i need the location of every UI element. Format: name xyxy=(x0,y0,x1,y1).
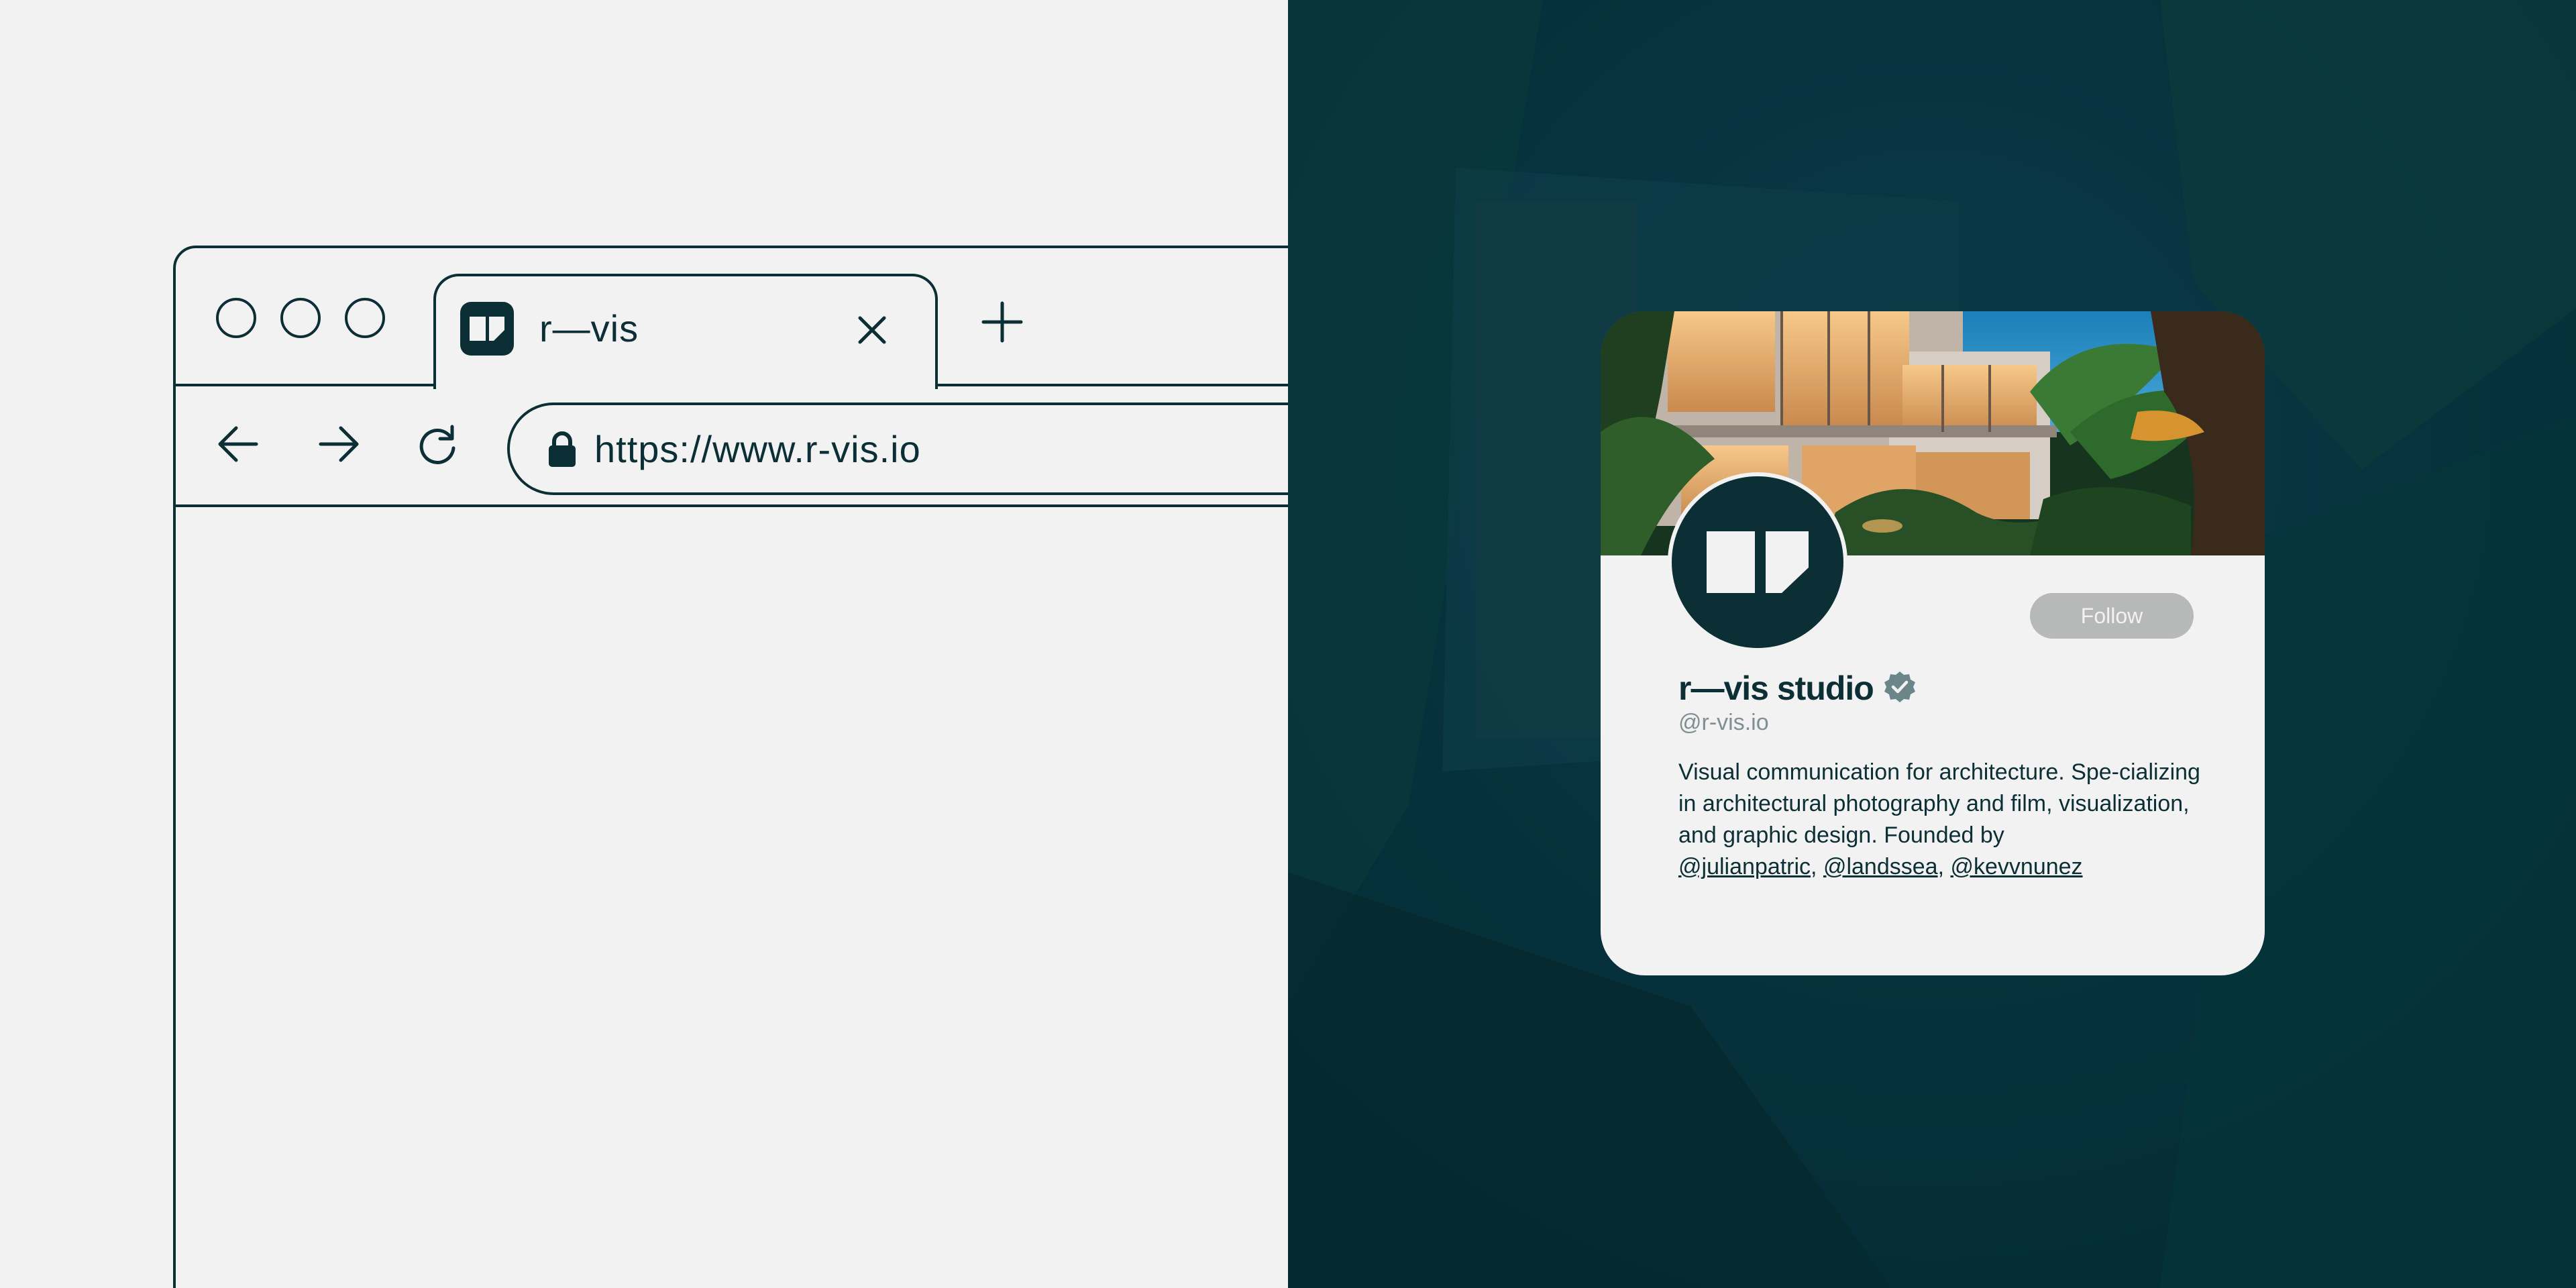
profile-name: r—vis studio xyxy=(1678,669,1874,707)
browser-window: r—vis https://www.r-vis.io xyxy=(173,246,1288,1288)
arrow-right-icon[interactable] xyxy=(318,423,361,469)
window-control-maximize[interactable] xyxy=(345,298,385,338)
plus-icon[interactable] xyxy=(981,301,1024,347)
follow-button[interactable]: Follow xyxy=(2030,593,2194,639)
mention-link[interactable]: @julianpatric xyxy=(1678,854,1811,879)
browser-panel: r—vis https://www.r-vis.io xyxy=(0,0,1288,1288)
verified-badge-icon xyxy=(1883,670,1917,707)
mention-link[interactable]: @landssea xyxy=(1823,854,1938,879)
reload-icon[interactable] xyxy=(416,423,459,469)
address-bar[interactable]: https://www.r-vis.io xyxy=(507,402,1288,495)
profile-name-row: r—vis studio xyxy=(1678,667,1917,710)
tab-bar: r—vis xyxy=(176,248,1288,389)
navigation-toolbar: https://www.r-vis.io xyxy=(176,386,1288,507)
bio-text: Visual communication for architecture. S… xyxy=(1678,759,2200,848)
mention-separator: , xyxy=(1811,854,1823,879)
lock-icon xyxy=(547,431,577,472)
r-vis-logo-icon xyxy=(460,302,514,356)
window-control-minimize[interactable] xyxy=(280,298,321,338)
window-control-close[interactable] xyxy=(216,298,256,338)
browser-tab[interactable]: r—vis xyxy=(433,274,938,389)
close-icon[interactable] xyxy=(852,310,892,354)
profile-handle[interactable]: @r-vis.io xyxy=(1678,710,1769,736)
profile-card: Follow r—vis studio @r-vis.io Visual com… xyxy=(1601,311,2265,975)
tab-title: r—vis xyxy=(539,307,639,350)
mention-link[interactable]: @kevvnunez xyxy=(1950,854,2082,879)
profile-panel: Follow r—vis studio @r-vis.io Visual com… xyxy=(1288,0,2576,1288)
profile-bio: Visual communication for architecture. S… xyxy=(1678,757,2208,883)
arrow-left-icon[interactable] xyxy=(216,423,259,469)
mention-separator: , xyxy=(1937,854,1951,879)
avatar[interactable] xyxy=(1668,472,1847,652)
url-text: https://www.r-vis.io xyxy=(594,428,921,470)
